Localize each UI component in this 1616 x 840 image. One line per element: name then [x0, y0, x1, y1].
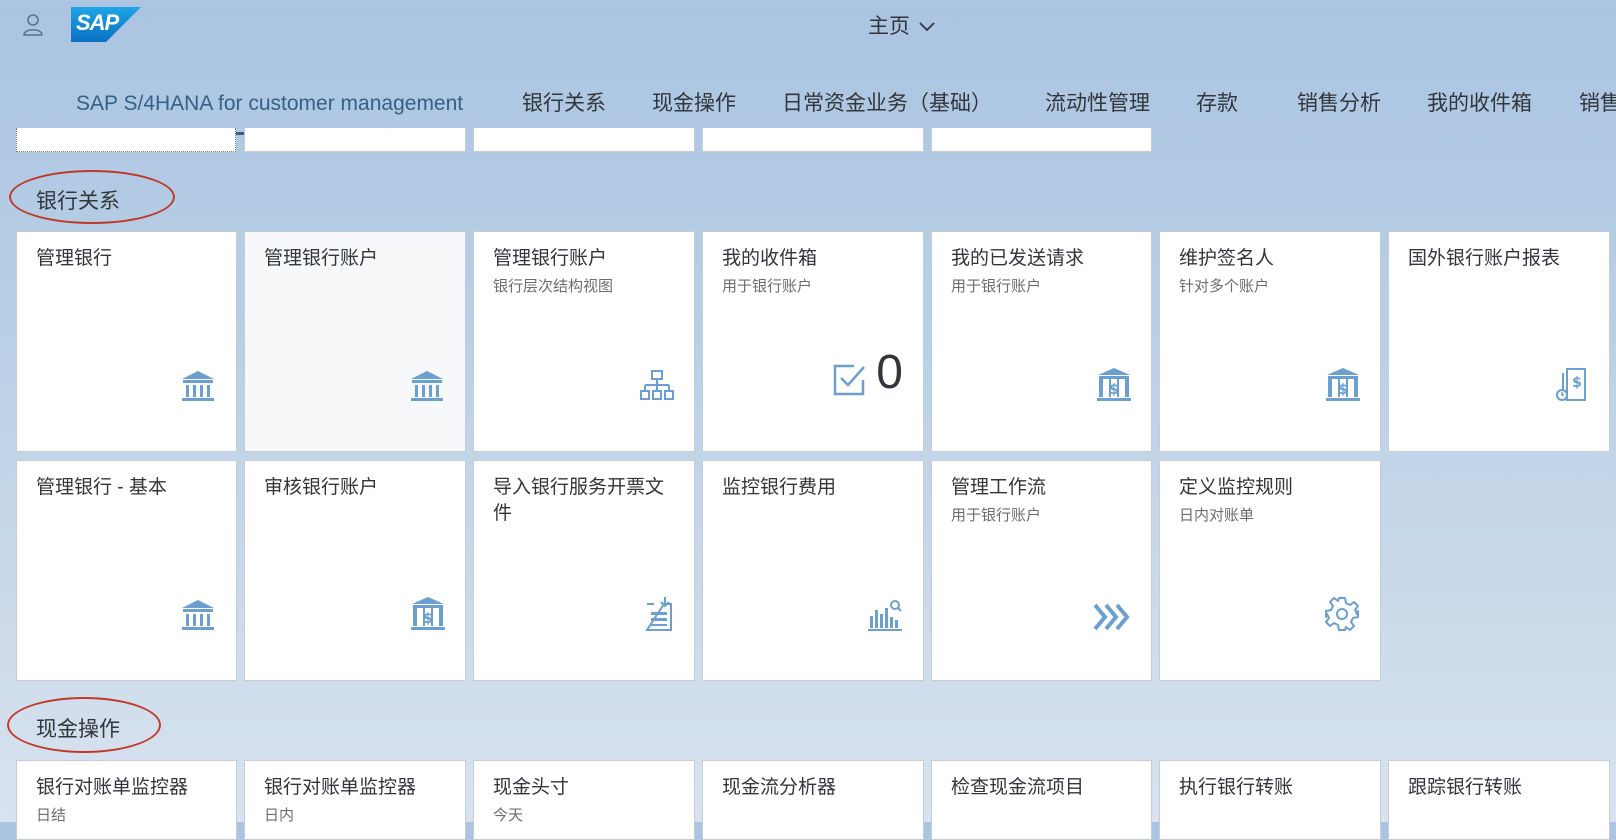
- tile-title: 现金头寸: [493, 777, 570, 798]
- chevron-down-icon: [919, 22, 935, 32]
- tile-foreign-bank-account-report[interactable]: 国外银行账户报表 $: [1388, 231, 1610, 452]
- bank-dollar-icon: $: [1097, 368, 1131, 401]
- tile-track-bank-transfers[interactable]: 跟踪银行转账: [1388, 760, 1610, 840]
- tab-bank-relations[interactable]: 银行关系: [522, 84, 606, 132]
- group-anchor-bar: SAP S/4HANA for customer management 银行关系…: [0, 84, 1616, 135]
- tile-title: 维护签名人: [1179, 248, 1275, 269]
- tile-title: 审核银行账户: [264, 477, 379, 498]
- tile-cash-position[interactable]: 现金头寸 今天: [473, 760, 695, 840]
- tile-title: 管理工作流: [951, 477, 1047, 498]
- tile-check-cash-flow-items[interactable]: 检查现金流项目: [931, 760, 1152, 840]
- tile-title: 检查现金流项目: [951, 777, 1085, 798]
- svg-text:$: $: [1572, 375, 1582, 391]
- tile-manage-workflows[interactable]: 管理工作流 用于银行账户: [931, 460, 1152, 681]
- tile-bank-statement-monitor-intraday[interactable]: 银行对账单监控器 日内: [244, 760, 466, 840]
- tile-title: 我的已发送请求: [951, 248, 1085, 269]
- tab-cash-operations[interactable]: 现金操作: [652, 84, 736, 132]
- bank-icon: [182, 600, 214, 630]
- tile[interactable]: [473, 128, 695, 152]
- tile-title: 我的收件箱: [722, 248, 818, 269]
- tile-my-inbox[interactable]: 我的收件箱 用于银行账户 0: [702, 231, 924, 452]
- tile-subtitle: 银行层次结构视图: [493, 278, 614, 295]
- tab-liquidity[interactable]: 流动性管理: [1045, 84, 1150, 132]
- tile-bank-statement-monitor-eod[interactable]: 银行对账单监控器 日结: [16, 760, 237, 840]
- tab-daily-treasury[interactable]: 日常资金业务（基础）: [782, 84, 992, 132]
- tile[interactable]: [702, 128, 924, 152]
- bank-icon: [411, 371, 443, 401]
- svg-text:$: $: [1338, 382, 1348, 398]
- sap-logo-text: SAP: [76, 10, 119, 35]
- group-title-bank-relations: 银行关系: [36, 190, 120, 213]
- gear-icon: [1325, 597, 1359, 631]
- tile-title: 跟踪银行转账: [1408, 777, 1523, 798]
- tile-subtitle: 针对多个账户: [1179, 278, 1270, 295]
- tile-monitor-bank-fees[interactable]: 监控银行费用: [702, 460, 924, 681]
- checkbox-icon: [834, 364, 866, 396]
- group-title-cash-operations: 现金操作: [36, 718, 120, 741]
- tile-manage-banks-basic[interactable]: 管理银行 - 基本: [16, 460, 237, 681]
- tab-my-inbox[interactable]: 我的收件箱: [1427, 84, 1532, 132]
- bank-icon: [182, 371, 214, 401]
- chart-search-icon: [868, 600, 902, 631]
- tile-subtitle: 用于银行账户: [951, 507, 1042, 524]
- bank-dollar-icon: $: [411, 597, 445, 630]
- tab-sales-analysis[interactable]: 销售分析: [1297, 84, 1381, 132]
- tile[interactable]: [16, 128, 236, 152]
- svg-text:$: $: [423, 611, 433, 627]
- tile-title: 执行银行转账: [1179, 777, 1294, 798]
- tile[interactable]: [244, 128, 466, 152]
- tile-title: 国外银行账户报表: [1408, 248, 1561, 269]
- tile-cash-flow-analyzer[interactable]: 现金流分析器: [702, 760, 924, 840]
- tile-title: 定义监控规则: [1179, 477, 1294, 498]
- home-title-menu[interactable]: 主页: [868, 10, 936, 40]
- tile-subtitle: 用于银行账户: [722, 278, 813, 295]
- tile-title: 管理银行: [36, 248, 113, 269]
- tile-my-sent-requests[interactable]: 我的已发送请求 用于银行账户 $: [931, 231, 1152, 452]
- user-icon[interactable]: [22, 12, 44, 36]
- tile-title: 管理银行账户: [264, 248, 379, 269]
- tile-title: 管理银行账户: [493, 248, 608, 269]
- tile-title: 现金流分析器: [722, 777, 837, 798]
- tile-manage-bank-accounts-hierarchy[interactable]: 管理银行账户 银行层次结构视图: [473, 231, 695, 452]
- tile-title: 管理银行 - 基本: [36, 477, 167, 498]
- svg-text:$: $: [1109, 382, 1119, 398]
- tile-maintain-signatories[interactable]: 维护签名人 针对多个账户 $: [1159, 231, 1381, 452]
- tile-import-bank-service-billing[interactable]: 导入银行服务开票文件: [473, 460, 695, 681]
- tile-make-bank-transfers[interactable]: 执行银行转账: [1159, 760, 1381, 840]
- hierarchy-icon: [640, 370, 674, 400]
- tile-title: 银行对账单监控器: [36, 777, 189, 798]
- tile-define-monitoring-rules[interactable]: 定义监控规则 日内对账单: [1159, 460, 1381, 681]
- chevrons-right-icon: [1093, 603, 1130, 631]
- tile-review-bank-accounts[interactable]: 审核银行账户 $: [244, 460, 466, 681]
- tab-deposits[interactable]: 存款: [1196, 84, 1238, 132]
- document-import-icon: [645, 597, 672, 631]
- tile-manage-bank-accounts[interactable]: 管理银行账户: [244, 231, 466, 452]
- document-dollar-icon: $: [1556, 368, 1586, 401]
- kpi-value: 0: [876, 346, 903, 399]
- home-title: 主页: [868, 15, 910, 38]
- tile-subtitle: 用于银行账户: [951, 278, 1042, 295]
- tile-title: 监控银行费用: [722, 477, 837, 498]
- tab-sales[interactable]: 销售: [1579, 84, 1616, 132]
- tile-title: 导入银行服务开票文件: [493, 477, 665, 524]
- tile-manage-banks[interactable]: 管理银行: [16, 231, 237, 452]
- kpi: 0: [832, 349, 903, 397]
- tile[interactable]: [931, 128, 1152, 152]
- shell-bar: SAP 主页: [0, 0, 1616, 48]
- bank-dollar-icon: $: [1326, 368, 1360, 401]
- tile-title: 银行对账单监控器: [264, 777, 417, 798]
- tile-subtitle: 日内对账单: [1179, 507, 1255, 524]
